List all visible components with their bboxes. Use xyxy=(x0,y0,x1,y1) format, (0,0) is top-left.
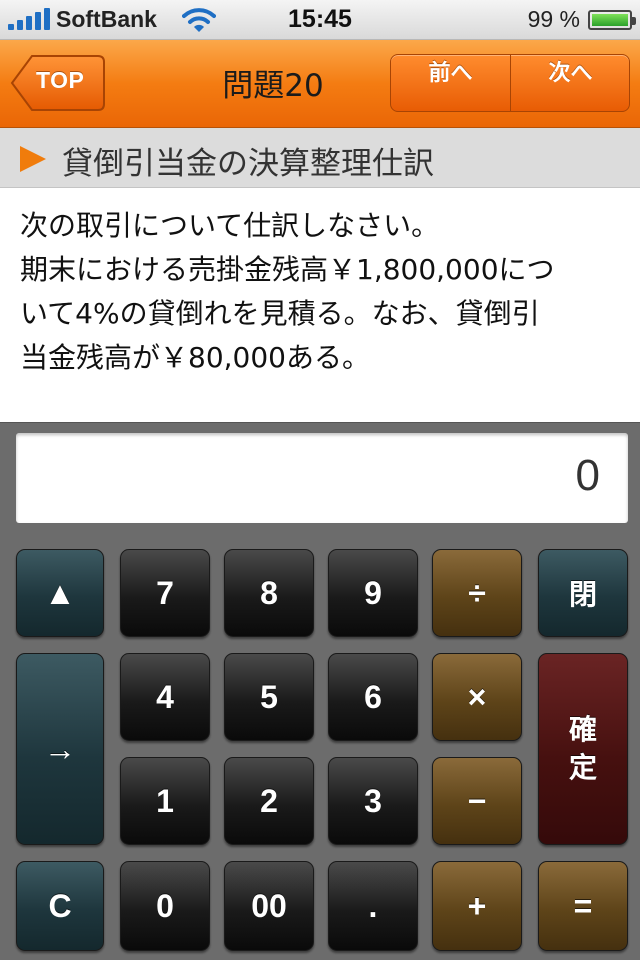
confirm-key[interactable]: 確定 xyxy=(538,653,628,845)
key-9[interactable]: 9 xyxy=(328,549,418,637)
question-line: いて4%の貸倒れを見積る。なお、貸倒引 xyxy=(20,297,540,330)
clear-key[interactable]: C xyxy=(16,861,104,951)
key-00[interactable]: 00 xyxy=(224,861,314,951)
close-key[interactable]: 閉 xyxy=(538,549,628,637)
question-line: 次の取引について仕訳しなさい。 xyxy=(20,209,440,242)
question-text: 次の取引について仕訳しなさい。 期末における売掛金残高￥1,800,000につ … xyxy=(20,204,630,380)
key-6[interactable]: 6 xyxy=(328,653,418,741)
right-arrow-key[interactable]: → xyxy=(16,653,104,845)
decimal-key[interactable]: . xyxy=(328,861,418,951)
calculator-keypad: 0 ▲ 7 8 9 ÷ 閉 → 4 5 6 × 確定 1 2 3 − C 0 0… xyxy=(0,422,640,960)
key-1[interactable]: 1 xyxy=(120,757,210,845)
plus-key[interactable]: + xyxy=(432,861,522,951)
next-button[interactable]: 次へ xyxy=(511,55,629,111)
calculator-display: 0 xyxy=(16,433,628,523)
minus-key[interactable]: − xyxy=(432,757,522,845)
navigation-bar: TOP 問題20 前へ 次へ xyxy=(0,40,640,128)
play-triangle-icon xyxy=(20,146,46,172)
key-8[interactable]: 8 xyxy=(224,549,314,637)
equals-key[interactable]: = xyxy=(538,861,628,951)
multiply-key[interactable]: × xyxy=(432,653,522,741)
key-0[interactable]: 0 xyxy=(120,861,210,951)
up-key[interactable]: ▲ xyxy=(16,549,104,637)
battery-percent: 99 % xyxy=(527,6,580,32)
key-3[interactable]: 3 xyxy=(328,757,418,845)
display-value: 0 xyxy=(575,451,600,500)
key-2[interactable]: 2 xyxy=(224,757,314,845)
section-title: 貸倒引当金の決算整理仕訳 xyxy=(62,146,434,182)
section-header: 貸倒引当金の決算整理仕訳 xyxy=(0,128,640,188)
prev-button[interactable]: 前へ xyxy=(391,55,511,111)
battery-icon xyxy=(588,10,636,30)
status-bar: SoftBank 15:45 99 % xyxy=(0,0,640,40)
key-4[interactable]: 4 xyxy=(120,653,210,741)
prev-next-segmented-control: 前へ 次へ xyxy=(390,54,630,112)
question-line: 期末における売掛金残高￥1,800,000につ xyxy=(20,253,555,286)
key-5[interactable]: 5 xyxy=(224,653,314,741)
divide-key[interactable]: ÷ xyxy=(432,549,522,637)
question-line: 当金残高が￥80,000ある。 xyxy=(20,341,370,374)
key-7[interactable]: 7 xyxy=(120,549,210,637)
